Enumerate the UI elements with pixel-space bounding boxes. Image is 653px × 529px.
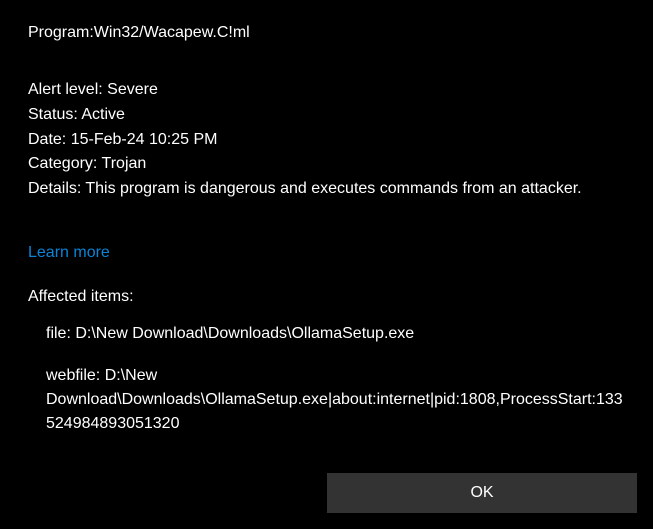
details-row: Details: This program is dangerous and e… [28,177,625,202]
date-label: Date: [28,131,66,148]
details-label: Details: [28,177,81,202]
alert-level-value: Severe [107,81,158,98]
category-row: Category: Trojan [28,152,625,177]
threat-name: Program:Win32/Wacapew.C!ml [28,24,625,42]
threat-details-block: Alert level: Severe Status: Active Date:… [28,78,625,202]
status-value: Active [81,106,125,123]
alert-level-row: Alert level: Severe [28,78,625,103]
ok-button[interactable]: OK [327,473,637,513]
details-value: This program is dangerous and executes c… [85,177,581,202]
date-value: 15-Feb-24 10:25 PM [71,131,218,148]
date-row: Date: 15-Feb-24 10:25 PM [28,128,625,153]
status-label: Status: [28,106,78,123]
category-value: Trojan [102,155,147,172]
category-label: Category: [28,155,97,172]
affected-item-file: file: D:\New Download\Downloads\OllamaSe… [28,322,625,346]
affected-items-header: Affected items: [28,288,625,306]
affected-items-section: Affected items: file: D:\New Download\Do… [28,288,625,436]
affected-item-webfile: webfile: D:\New Download\Downloads\Ollam… [28,364,625,436]
status-row: Status: Active [28,103,625,128]
learn-more-link[interactable]: Learn more [28,244,110,262]
alert-level-label: Alert level: [28,81,103,98]
